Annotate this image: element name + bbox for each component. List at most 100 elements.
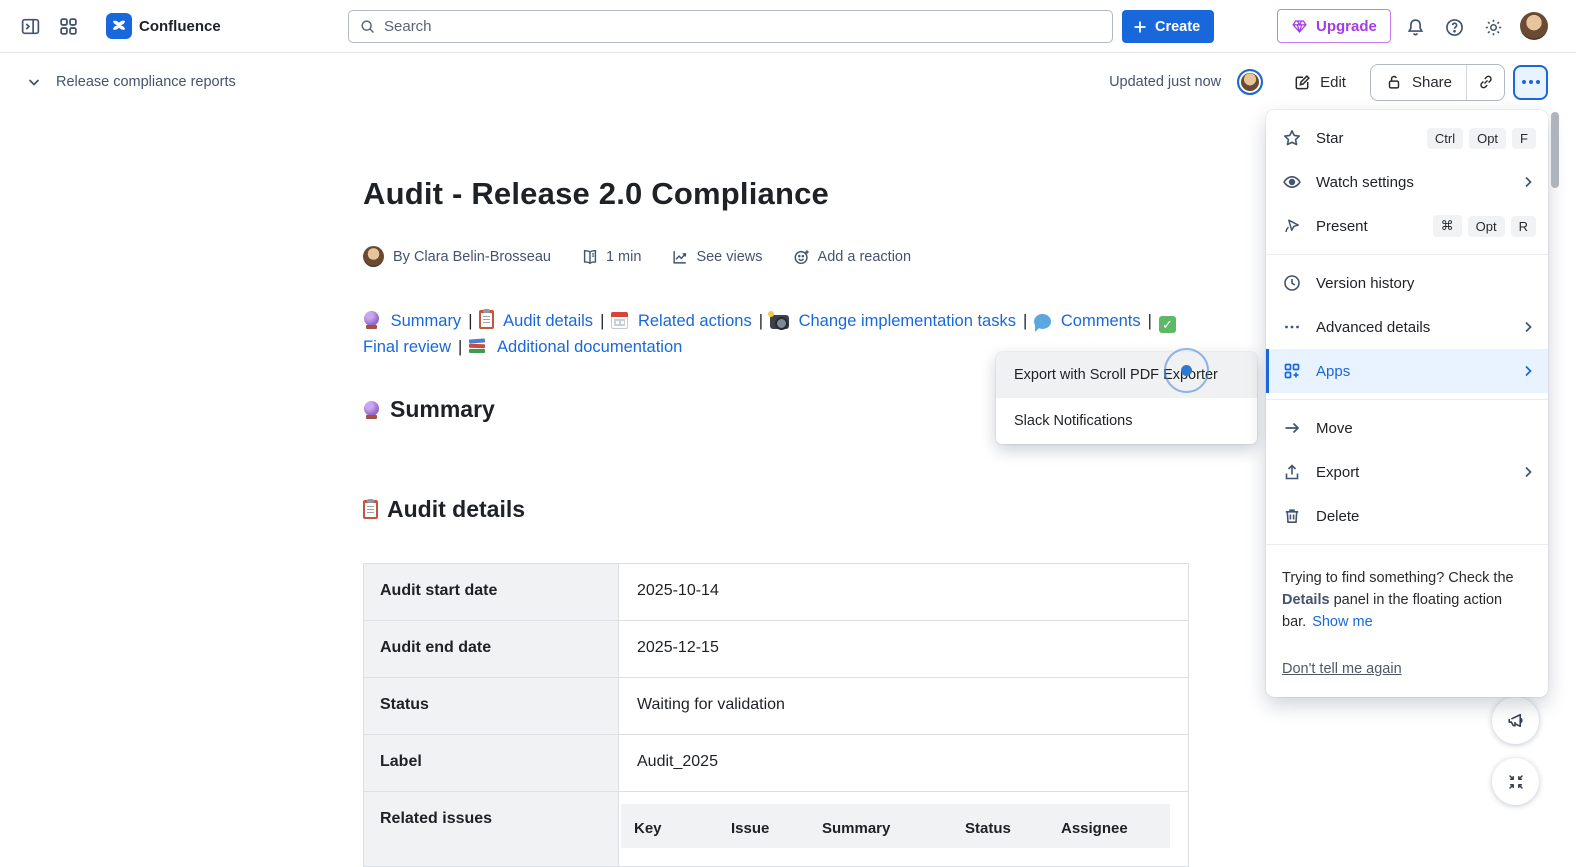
chevron-down-icon[interactable] bbox=[22, 70, 46, 94]
upgrade-button[interactable]: Upgrade bbox=[1277, 9, 1391, 43]
menu-item-apps[interactable]: Apps bbox=[1266, 349, 1548, 393]
column-header: Summary bbox=[809, 804, 952, 848]
menu-item-present[interactable]: Present ⌘ Opt R bbox=[1266, 204, 1548, 248]
camera-emoji bbox=[770, 315, 789, 329]
chevron-right-icon bbox=[1520, 319, 1536, 335]
ellipsis-icon bbox=[1282, 317, 1302, 337]
eye-icon bbox=[1282, 172, 1302, 192]
share-button[interactable]: Share bbox=[1371, 65, 1466, 100]
shortcut-key: R bbox=[1511, 216, 1536, 237]
add-reaction-button[interactable]: Add a reaction bbox=[793, 248, 912, 266]
menu-separator bbox=[1266, 544, 1548, 545]
page-content: Audit - Release 2.0 Compliance By Clara … bbox=[363, 111, 1191, 867]
clipboard-emoji bbox=[363, 500, 378, 519]
chevron-right-icon bbox=[1520, 464, 1536, 480]
updated-status[interactable]: Updated just now bbox=[1109, 74, 1221, 90]
app-switcher-icon[interactable] bbox=[52, 10, 84, 42]
calendar-emoji bbox=[611, 312, 628, 329]
sidebar-toggle-icon[interactable] bbox=[14, 10, 46, 42]
chevron-right-icon bbox=[1520, 174, 1536, 190]
menu-item-export[interactable]: Export bbox=[1266, 450, 1548, 494]
table-row: Related issues Key Issue Summary Status … bbox=[364, 792, 1189, 867]
table-row: Status Waiting for validation bbox=[364, 678, 1189, 735]
toc-link-comments[interactable]: Comments bbox=[1061, 312, 1141, 330]
column-header: Key bbox=[621, 804, 718, 848]
scrollbar-thumb[interactable] bbox=[1551, 112, 1559, 188]
shortcut-key: Opt bbox=[1469, 128, 1506, 149]
notifications-bell-icon[interactable] bbox=[1399, 11, 1431, 43]
app-name[interactable]: Confluence bbox=[139, 18, 221, 35]
menu-item-version-history[interactable]: Version history bbox=[1266, 261, 1548, 305]
book-open-icon bbox=[581, 248, 599, 266]
toc-link-change-tasks[interactable]: Change implementation tasks bbox=[799, 312, 1016, 330]
menu-item-star[interactable]: Star Ctrl Opt F bbox=[1266, 116, 1548, 160]
copy-link-icon[interactable] bbox=[1466, 65, 1504, 100]
submenu-item-scroll-pdf-exporter[interactable]: Export with Scroll PDF Exporter bbox=[996, 352, 1257, 398]
export-upload-icon bbox=[1282, 462, 1302, 482]
more-actions-menu: Star Ctrl Opt F Watch settings Present ⌘… bbox=[1266, 110, 1548, 697]
shortcut-key: Opt bbox=[1468, 216, 1505, 237]
menu-separator bbox=[1266, 254, 1548, 255]
crystal-ball-emoji bbox=[363, 401, 381, 419]
collapse-arrows-icon bbox=[1506, 772, 1526, 792]
crystal-ball-emoji bbox=[363, 311, 381, 329]
create-button[interactable]: Create bbox=[1122, 10, 1214, 43]
views-chart-icon bbox=[671, 248, 689, 266]
trash-icon bbox=[1282, 506, 1302, 526]
read-time: 1 min bbox=[581, 248, 641, 266]
editor-avatar[interactable] bbox=[1237, 69, 1263, 95]
audit-details-heading: Audit details bbox=[363, 496, 1191, 523]
row-value[interactable]: Waiting for validation bbox=[619, 678, 1189, 735]
menu-item-watch-settings[interactable]: Watch settings bbox=[1266, 160, 1548, 204]
row-value[interactable]: Audit_2025 bbox=[619, 735, 1189, 792]
edit-pencil-icon bbox=[1293, 73, 1312, 92]
announcement-button[interactable] bbox=[1492, 697, 1539, 744]
author-name[interactable]: By Clara Belin-Brosseau bbox=[393, 249, 551, 265]
search-input[interactable] bbox=[384, 18, 1064, 35]
submenu-item-slack-notifications[interactable]: Slack Notifications bbox=[996, 398, 1257, 444]
shortcut-key: Ctrl bbox=[1427, 128, 1463, 149]
clock-icon bbox=[1282, 273, 1302, 293]
help-icon[interactable] bbox=[1438, 11, 1470, 43]
toc-link-related-actions[interactable]: Related actions bbox=[638, 312, 752, 330]
row-value[interactable]: 2025-10-14 bbox=[619, 564, 1189, 621]
author-avatar[interactable] bbox=[363, 246, 384, 267]
toc-link-final-review[interactable]: Final review bbox=[363, 338, 451, 356]
toc-link-audit-details[interactable]: Audit details bbox=[503, 312, 593, 330]
toc-link-summary[interactable]: Summary bbox=[391, 312, 462, 330]
presenter-icon bbox=[1282, 216, 1302, 236]
settings-gear-icon[interactable] bbox=[1477, 11, 1509, 43]
confluence-logo-icon[interactable] bbox=[106, 13, 132, 39]
menu-item-advanced-details[interactable]: Advanced details bbox=[1266, 305, 1548, 349]
edit-button[interactable]: Edit bbox=[1281, 66, 1358, 99]
page-title: Audit - Release 2.0 Compliance bbox=[363, 176, 1191, 212]
table-row: Audit start date 2025-10-14 bbox=[364, 564, 1189, 621]
collapse-button[interactable] bbox=[1492, 758, 1539, 805]
dont-tell-me-again-link[interactable]: Don't tell me again bbox=[1282, 658, 1402, 680]
apps-grid-icon bbox=[1282, 361, 1302, 381]
search-bar[interactable] bbox=[348, 10, 1113, 43]
row-value: Key Issue Summary Status Assignee bbox=[619, 792, 1189, 867]
books-emoji bbox=[469, 338, 488, 355]
page-header: Release compliance reports Updated just … bbox=[0, 53, 1576, 111]
check-mark-emoji: ✓ bbox=[1159, 316, 1176, 333]
menu-item-delete[interactable]: Delete bbox=[1266, 494, 1548, 538]
see-views-link[interactable]: See views bbox=[671, 248, 762, 266]
top-navigation-bar: Confluence Create Upgrade bbox=[0, 0, 1576, 53]
row-value[interactable]: 2025-12-15 bbox=[619, 621, 1189, 678]
search-icon bbox=[359, 18, 376, 35]
show-me-link[interactable]: Show me bbox=[1312, 614, 1372, 630]
row-label: Status bbox=[364, 678, 619, 735]
unlock-icon bbox=[1385, 73, 1403, 91]
menu-item-move[interactable]: Move bbox=[1266, 406, 1548, 450]
row-label: Audit start date bbox=[364, 564, 619, 621]
toc-link-additional-docs[interactable]: Additional documentation bbox=[497, 338, 682, 356]
plus-icon bbox=[1132, 19, 1148, 35]
table-row: Audit end date 2025-12-15 bbox=[364, 621, 1189, 678]
apps-submenu: Export with Scroll PDF Exporter Slack No… bbox=[996, 352, 1257, 444]
breadcrumb[interactable]: Release compliance reports bbox=[56, 74, 236, 90]
row-label: Label bbox=[364, 735, 619, 792]
user-avatar[interactable] bbox=[1520, 12, 1548, 40]
more-actions-button[interactable] bbox=[1513, 65, 1548, 100]
menu-separator bbox=[1266, 399, 1548, 400]
